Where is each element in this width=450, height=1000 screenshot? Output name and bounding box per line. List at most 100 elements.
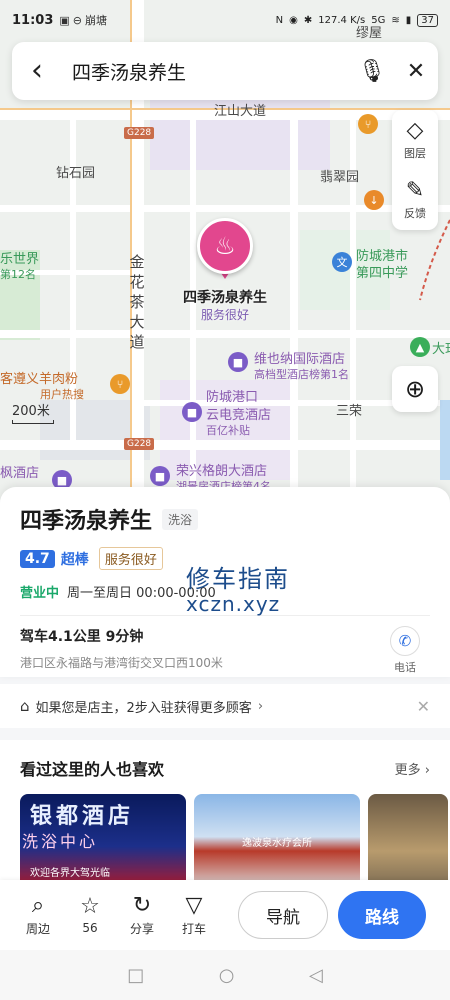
back-icon[interactable]: ‹ (12, 56, 62, 86)
open-status: 营业中 (20, 586, 60, 601)
rating-score: 4.7 (20, 549, 55, 568)
place-detail-sheet[interactable]: 四季汤泉养生 洗浴 4.7 超棒 服务很好 营业中 周一至周日 00:00-00… (0, 487, 450, 677)
chevron-right-icon: › (257, 698, 264, 714)
place-name: 四季汤泉养生 (20, 509, 153, 534)
map-label-zuanshi: 钻石园 (56, 166, 96, 181)
layers-icon: ◇ (406, 118, 424, 143)
rating-label: 超棒 (60, 551, 89, 568)
taxi-icon: ▽ (185, 892, 203, 918)
address[interactable]: 港口区永福路与港湾街交叉口西100米 (20, 654, 380, 671)
share-button[interactable]: ↻ 分享 (116, 893, 168, 937)
taxi-button[interactable]: ▽ 打车 (168, 892, 220, 937)
nearby-label: 周边 (25, 921, 50, 936)
recommendation-card[interactable] (368, 794, 448, 889)
map-label-sanrong: 三荣 (336, 404, 363, 419)
recents-icon[interactable]: □ (127, 965, 144, 986)
route-button[interactable]: 路线 (338, 891, 426, 939)
owner-claim-banner[interactable]: ⌂ 如果您是店主，2步入驻获得更多顾客 › ✕ (0, 684, 450, 728)
search-bar[interactable]: ‹ 四季汤泉养生 🎙 ✕ (12, 42, 438, 100)
phone-button[interactable]: ✆ 电话 (380, 626, 430, 675)
service-badge: 服务很好 (98, 547, 163, 570)
close-icon[interactable]: ✕ (394, 59, 438, 84)
store-icon: ⌂ (20, 697, 30, 715)
more-link[interactable]: 更多 › (395, 759, 430, 778)
card-sign: 逸波泉水疗会所 (242, 838, 312, 849)
recommendations-section: 看过这里的人也喜欢 更多 › 银都酒店 洗浴中心 欢迎各界大驾光临 逸波泉水疗会… (0, 740, 450, 890)
favorites-count: 56 (82, 921, 98, 935)
watermark: 修车指南 xczn.xyz (186, 559, 290, 616)
card-caption: 欢迎各界大驾光临 (30, 868, 110, 879)
restaurant-icon[interactable]: ⑂ (358, 114, 378, 134)
map-label-jinhuacha: 金花茶大道 (129, 253, 145, 351)
map-label-baiyi: 百亿补贴 (206, 424, 250, 437)
phone-label: 电话 (394, 661, 416, 674)
map-label-fangcheng-school2: 第四中学 (356, 266, 409, 281)
navigate-button[interactable]: 导航 (238, 891, 328, 939)
notification-icon: ▣ (59, 13, 70, 27)
status-time: 11:03 (12, 12, 54, 28)
status-indicators: N ◉ ✱ 127.4 K/s 5G ≋ ▮ 37 (276, 13, 438, 27)
hotel-icon[interactable]: ■ (150, 466, 170, 486)
category-badge: 洗浴 (162, 508, 199, 530)
favorite-button[interactable]: ☆ 56 (64, 894, 116, 936)
map-label-jiangshan: 江山大道 (214, 104, 267, 119)
map-label-yundian: 云电竞酒店 (206, 408, 272, 423)
shop-icon[interactable]: ↓ (364, 190, 384, 210)
road-shield-g228: G228 (124, 438, 155, 450)
status-bar: 11:03 ▣ ⊖ 崩塘 N ◉ ✱ 127.4 K/s 5G ≋ ▮ 37 (0, 0, 450, 40)
bluetooth-icon: ✱ (303, 14, 313, 26)
battery-icon: 37 (417, 13, 438, 27)
back-nav-icon[interactable]: ◁ (309, 965, 323, 986)
card-subtitle: 洗浴中心 (22, 832, 99, 851)
watermark-line2: xczn.xyz (186, 592, 281, 616)
map-label-rongxing: 荣兴格朗大酒店 (176, 464, 268, 479)
pencil-icon: ✎ (405, 178, 425, 203)
recommendation-card[interactable]: 银都酒店 洗浴中心 欢迎各界大驾光临 (20, 794, 186, 889)
owner-claim-text: 如果您是店主，2步入驻获得更多顾客 (35, 700, 252, 716)
drive-info: 驾车4.1公里 9分钟 (20, 629, 144, 645)
nearby-button[interactable]: ⌕ 周边 (12, 892, 64, 937)
feedback-button[interactable]: ✎ 反馈 (392, 170, 438, 230)
crosshair-icon: ⊕ (404, 375, 426, 403)
hotel-icon[interactable]: ■ (228, 352, 248, 372)
home-icon[interactable]: ○ (219, 965, 235, 986)
layers-label: 图层 (404, 147, 426, 160)
recommendation-card[interactable]: 逸波泉水疗会所 (194, 794, 360, 889)
place-marker[interactable]: ♨ (197, 218, 253, 274)
card-title: 银都酒店 (30, 804, 135, 829)
signal-type: 5G (371, 14, 386, 26)
map-label-leshijie: 乐世界 (0, 252, 40, 267)
road-shield-g228: G228 (124, 127, 155, 139)
location-icon: ◉ (289, 14, 298, 26)
bottom-toolbar: ⌕ 周边 ☆ 56 ↻ 分享 ▽ 打车 导航 路线 (0, 880, 450, 950)
star-icon: ☆ (80, 894, 100, 919)
map-label-weiyena: 维也纳国际酒店 (254, 352, 346, 367)
recommendations-title: 看过这里的人也喜欢 (20, 760, 165, 779)
marker-tag: 服务很好 (200, 308, 249, 322)
microphone-icon[interactable]: 🎙 (350, 59, 394, 84)
phone-icon: ✆ (390, 626, 420, 656)
taxi-label: 打车 (181, 921, 206, 936)
layers-button[interactable]: ◇ 图层 (392, 110, 438, 170)
status-location-text: 崩塘 (85, 14, 108, 27)
message-icon: ⊖ (72, 13, 83, 27)
hotel-icon[interactable]: ■ (182, 402, 202, 422)
search-input[interactable]: 四季汤泉养生 (62, 58, 350, 85)
marker-name: 四季汤泉养生 (183, 290, 267, 306)
wifi-icon: ≋ (391, 14, 400, 26)
map-label-fangchenggang-kou: 防城港口 (206, 390, 259, 405)
restaurant-icon[interactable]: ⑂ (110, 374, 130, 394)
system-nav-bar: □ ○ ◁ (0, 950, 450, 1000)
network-speed: 127.4 K/s (318, 14, 366, 26)
watermark-line1: 修车指南 (186, 565, 290, 593)
feedback-label: 反馈 (404, 207, 426, 220)
search-icon: ⌕ (31, 892, 45, 918)
map-label-dama: 大珏 (432, 342, 450, 357)
close-icon[interactable]: ✕ (417, 697, 430, 716)
locate-me-button[interactable]: ⊕ (392, 366, 438, 412)
map-label-feng: 枫酒店 (0, 466, 40, 481)
map-label-leshijie-sub: 第12名 (0, 268, 36, 281)
map-label-feicui: 翡翠园 (320, 170, 360, 185)
school-icon[interactable]: 文 (332, 252, 352, 272)
park-icon[interactable]: ▲ (410, 337, 430, 357)
